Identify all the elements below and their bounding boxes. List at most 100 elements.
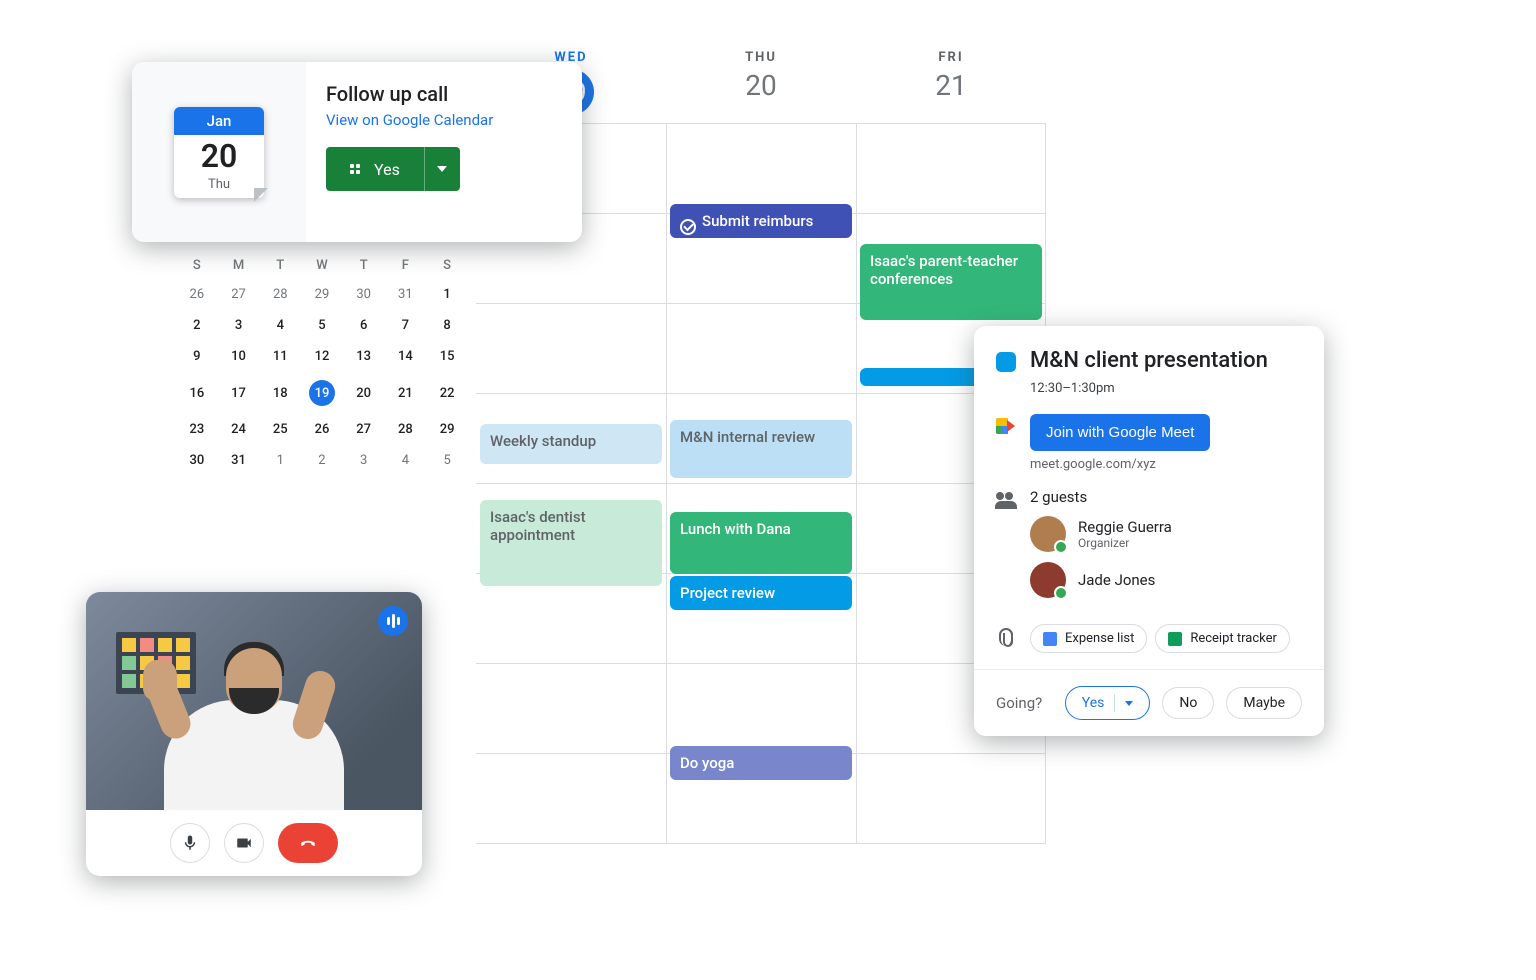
day-number: 20 xyxy=(666,69,856,102)
mini-day-cell[interactable]: 28 xyxy=(385,414,427,445)
guest-role: Organizer xyxy=(1078,536,1172,550)
mini-day-cell[interactable]: 22 xyxy=(426,372,468,414)
attachment-chip[interactable]: Expense list xyxy=(1030,624,1147,653)
mic-icon xyxy=(181,834,199,852)
dow-label: FRI xyxy=(856,50,1046,65)
mini-day-cell[interactable]: 26 xyxy=(176,279,218,310)
mini-day-cell[interactable]: 25 xyxy=(259,414,301,445)
mini-dow: F xyxy=(385,252,427,279)
meet-video-tile[interactable] xyxy=(86,592,422,810)
mini-day-cell[interactable]: 1 xyxy=(259,445,301,476)
mini-dow: M xyxy=(218,252,260,279)
calendar-event[interactable]: Project review xyxy=(670,576,852,610)
dow-label: THU xyxy=(666,50,856,65)
rsvp-no-pill[interactable]: No xyxy=(1162,687,1214,719)
participant-avatar-illustration xyxy=(139,630,369,810)
mini-day-cell[interactable]: 24 xyxy=(218,414,260,445)
google-meet-card xyxy=(86,592,422,876)
calendar-event[interactable]: Submit reimburs xyxy=(670,204,852,238)
calendar-event[interactable]: Weekly standup xyxy=(480,424,662,464)
mini-day-cell[interactable]: 11 xyxy=(259,341,301,372)
day-column-header[interactable]: FRI 21 xyxy=(856,50,1046,115)
chevron-down-icon xyxy=(1125,701,1133,706)
attachment-icon xyxy=(999,628,1013,646)
follow-up-card: Jan 20 Thu Follow up call View on Google… xyxy=(132,62,582,242)
mini-day-cell[interactable]: 2 xyxy=(176,310,218,341)
mini-day-cell[interactable]: 8 xyxy=(426,310,468,341)
follow-up-title: Follow up call xyxy=(326,82,562,106)
mini-day-cell[interactable]: 28 xyxy=(259,279,301,310)
mini-day-cell[interactable]: 3 xyxy=(343,445,385,476)
mini-dow: T xyxy=(343,252,385,279)
chevron-down-icon xyxy=(437,166,447,172)
mini-day-cell[interactable]: 5 xyxy=(301,310,343,341)
mini-day-cell[interactable]: 13 xyxy=(343,341,385,372)
mini-day-cell[interactable]: 2 xyxy=(301,445,343,476)
mini-day-cell[interactable]: 29 xyxy=(301,279,343,310)
tile-day: 20 xyxy=(174,135,264,177)
rsvp-yes-label: Yes xyxy=(374,160,400,179)
mini-day-cell[interactable]: 27 xyxy=(343,414,385,445)
event-title: M&N client presentation xyxy=(1030,348,1268,373)
view-on-calendar-link[interactable]: View on Google Calendar xyxy=(326,111,493,129)
mini-day-cell[interactable]: 23 xyxy=(176,414,218,445)
mini-day-cell[interactable]: 30 xyxy=(343,279,385,310)
mini-day-cell[interactable]: 29 xyxy=(426,414,468,445)
speaking-indicator-icon xyxy=(378,606,408,636)
mini-day-cell[interactable]: 30 xyxy=(176,445,218,476)
mini-day-cell[interactable]: 7 xyxy=(385,310,427,341)
end-call-button[interactable] xyxy=(278,823,338,863)
mini-day-cell[interactable]: 3 xyxy=(218,310,260,341)
mini-day-cell[interactable]: 31 xyxy=(385,279,427,310)
guest-row[interactable]: Jade Jones xyxy=(1030,562,1302,598)
rsvp-maybe-pill[interactable]: Maybe xyxy=(1226,687,1302,719)
attachment-chip[interactable]: Receipt tracker xyxy=(1155,624,1290,653)
mini-day-cell[interactable]: 31 xyxy=(218,445,260,476)
sparkle-door-icon xyxy=(350,164,364,174)
meet-url[interactable]: meet.google.com/xyz xyxy=(1030,457,1210,472)
mini-day-cell[interactable]: 15 xyxy=(426,341,468,372)
calendar-event[interactable]: Isaac's parent-teacher conferences xyxy=(860,244,1042,320)
mini-day-cell[interactable]: 18 xyxy=(259,372,301,414)
mini-month-calendar[interactable]: SMTWTFS262728293031123456789101112131415… xyxy=(176,252,468,476)
tile-weekday: Thu xyxy=(174,177,264,198)
accepted-check-icon xyxy=(1054,586,1068,600)
mini-day-cell[interactable]: 12 xyxy=(301,341,343,372)
mini-day-cell[interactable]: 19 xyxy=(301,372,343,414)
guest-avatar xyxy=(1030,516,1066,552)
mini-day-cell[interactable]: 10 xyxy=(218,341,260,372)
mini-day-cell[interactable]: 16 xyxy=(176,372,218,414)
mini-day-cell[interactable]: 17 xyxy=(218,372,260,414)
task-check-icon xyxy=(680,219,696,235)
mini-day-cell[interactable]: 6 xyxy=(343,310,385,341)
calendar-event[interactable]: Isaac's dentist appointment xyxy=(480,500,662,586)
toggle-camera-button[interactable] xyxy=(224,823,264,863)
mini-day-cell[interactable]: 4 xyxy=(385,445,427,476)
mini-day-cell[interactable]: 26 xyxy=(301,414,343,445)
mini-day-cell[interactable]: 5 xyxy=(426,445,468,476)
mini-dow: S xyxy=(176,252,218,279)
mini-day-cell[interactable]: 4 xyxy=(259,310,301,341)
mini-day-cell[interactable]: 27 xyxy=(218,279,260,310)
guest-avatar xyxy=(1030,562,1066,598)
day-column-header[interactable]: THU 20 xyxy=(666,50,856,115)
calendar-event[interactable]: M&N internal review xyxy=(670,420,852,478)
event-time: 12:30–1:30pm xyxy=(1030,381,1302,396)
rsvp-yes-pill[interactable]: Yes xyxy=(1065,686,1151,720)
calendar-event[interactable]: Do yoga xyxy=(670,746,852,780)
mini-day-cell[interactable]: 21 xyxy=(385,372,427,414)
calendar-event[interactable]: Lunch with Dana xyxy=(670,512,852,574)
rsvp-yes-button[interactable]: Yes xyxy=(326,147,424,191)
guest-row[interactable]: Reggie GuerraOrganizer xyxy=(1030,516,1302,552)
camera-icon xyxy=(235,834,253,852)
mini-day-cell[interactable]: 20 xyxy=(343,372,385,414)
mini-dow: S xyxy=(426,252,468,279)
rsvp-yes-dropdown[interactable] xyxy=(424,147,460,191)
guest-name: Jade Jones xyxy=(1078,571,1155,589)
mini-day-cell[interactable]: 9 xyxy=(176,341,218,372)
mini-day-cell[interactable]: 14 xyxy=(385,341,427,372)
hangup-icon xyxy=(299,834,317,852)
join-google-meet-button[interactable]: Join with Google Meet xyxy=(1030,414,1210,451)
mini-day-cell[interactable]: 1 xyxy=(426,279,468,310)
mute-mic-button[interactable] xyxy=(170,823,210,863)
